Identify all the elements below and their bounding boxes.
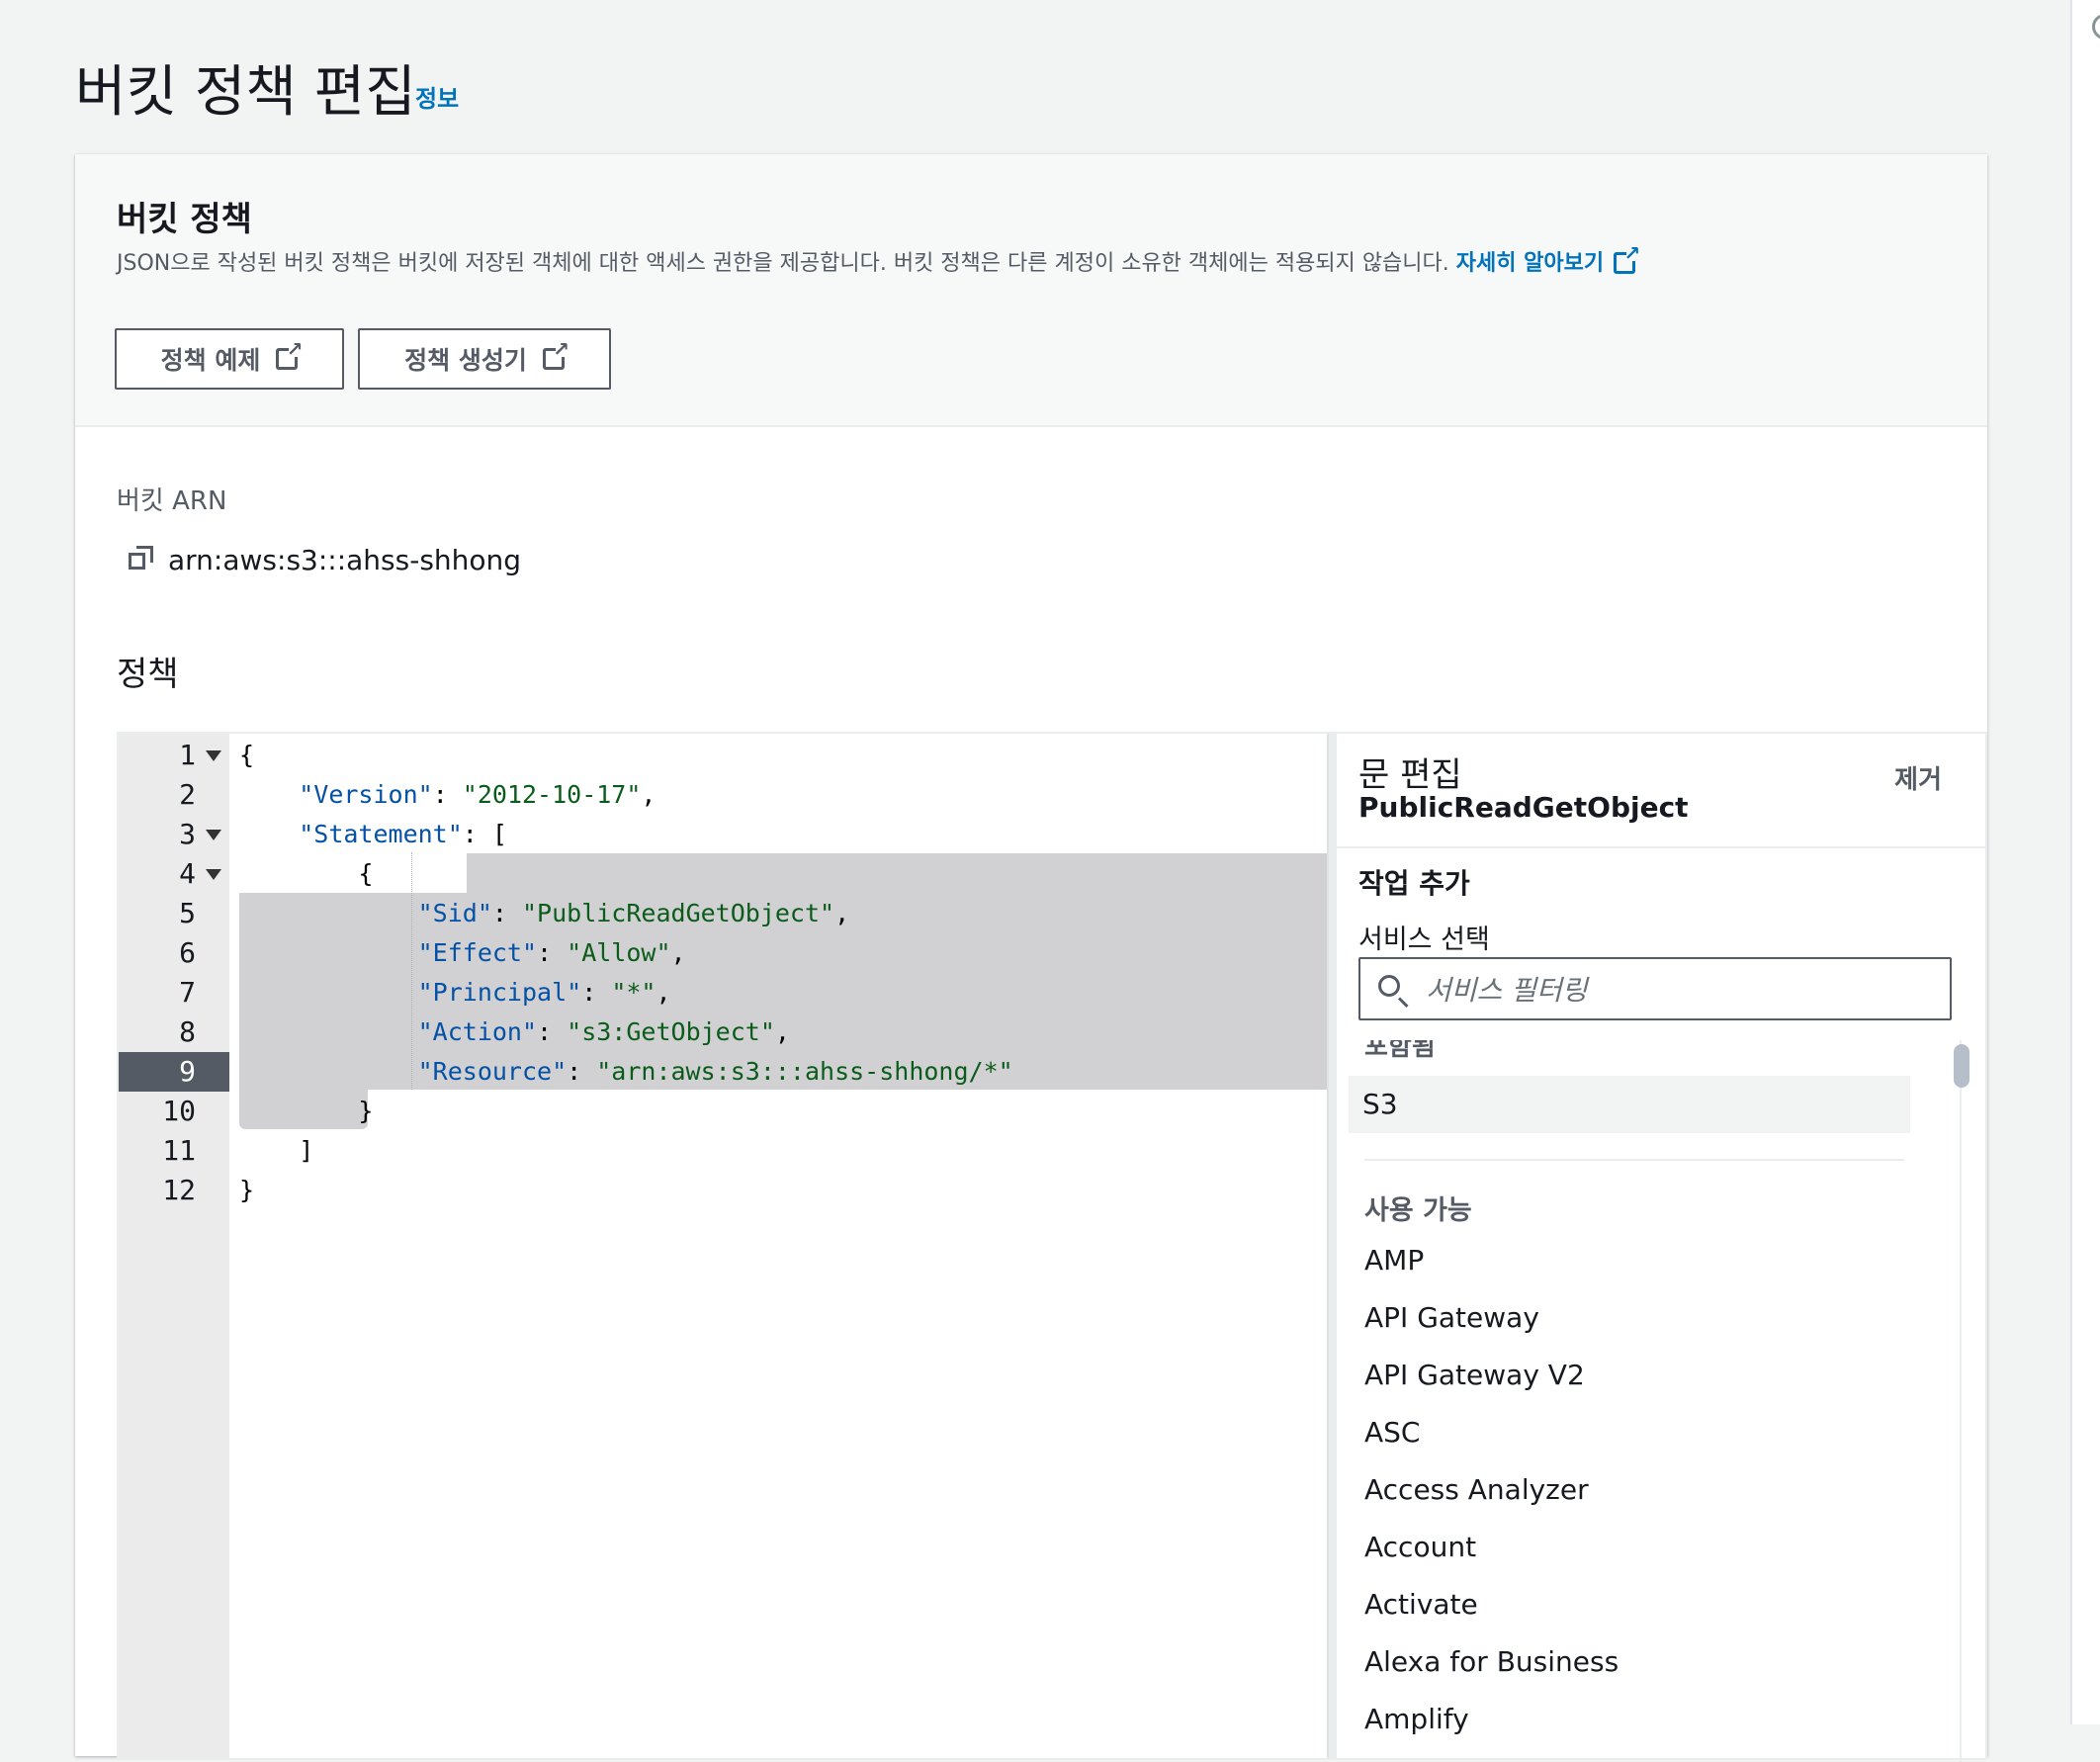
policy-editor[interactable]: 1 2 3 4 5 6 7 8 9 10 11 12 { "Version": "2012-10-17… xyxy=(117,732,1987,1762)
line-number-label: 3 xyxy=(179,818,196,850)
panel-splitter[interactable] xyxy=(1327,734,1337,1758)
line-number-label: 7 xyxy=(179,976,196,1009)
line-number-label: 5 xyxy=(179,897,196,929)
search-icon xyxy=(1378,975,1400,997)
copy-icon[interactable] xyxy=(129,546,154,572)
service-list: 포함됨 S3 사용 가능 AMP API Gateway API Gateway… xyxy=(1337,1040,1985,1762)
page-title: 버킷 정책 편집 xyxy=(75,60,416,125)
list-divider xyxy=(1364,1159,1904,1161)
line-number-label: 10 xyxy=(162,1095,196,1127)
selection-highlight xyxy=(467,853,1327,893)
service-item[interactable]: Amplify xyxy=(1364,1703,1469,1735)
service-filter-input[interactable] xyxy=(1424,969,1942,1011)
external-link-icon xyxy=(276,339,303,370)
line-number-label: 12 xyxy=(162,1174,196,1206)
learn-more-link[interactable]: 자세히 알아보기 xyxy=(1455,243,1640,276)
bucket-arn-value: arn:aws:s3:::ahss-shhong xyxy=(168,544,522,576)
bucket-policy-card: 버킷 정책 JSON으로 작성된 버킷 정책은 버킷에 저장된 객체에 대한 액… xyxy=(75,154,1987,1762)
service-item[interactable]: Account xyxy=(1364,1531,1476,1563)
description-text: JSON으로 작성된 버킷 정책은 버킷에 저장된 객체에 대한 액세스 권한을… xyxy=(117,251,1456,276)
code-line-11: ] xyxy=(299,1136,314,1165)
service-filter-box xyxy=(1358,957,1952,1020)
policy-examples-label: 정책 예제 xyxy=(160,346,261,375)
section-title: 버킷 정책 xyxy=(117,200,252,239)
service-item[interactable]: API Gateway xyxy=(1364,1301,1539,1334)
help-icon[interactable] xyxy=(2092,14,2100,40)
service-item[interactable]: AMP xyxy=(1364,1244,1424,1277)
code-line-4: { xyxy=(358,859,374,888)
bucket-arn-label: 버킷 ARN xyxy=(117,486,227,516)
line-number-label: 11 xyxy=(162,1134,196,1167)
select-service-label: 서비스 선택 xyxy=(1358,925,1490,955)
available-heading: 사용 가능 xyxy=(1364,1195,1472,1226)
line-number: 5 xyxy=(119,894,229,933)
statement-sid: PublicReadGetObject xyxy=(1358,791,1689,824)
code-line-10: } xyxy=(358,1097,374,1125)
service-item[interactable]: ASC xyxy=(1364,1416,1420,1449)
included-service-item[interactable]: S3 xyxy=(1349,1076,1910,1133)
policy-generator-button[interactable]: 정책 생성기 xyxy=(358,328,611,390)
scrollbar-track[interactable] xyxy=(1960,1040,1962,1762)
line-number: 1 xyxy=(119,736,229,775)
scrollbar-thumb[interactable] xyxy=(1954,1044,1969,1088)
fold-arrow-icon[interactable] xyxy=(206,830,221,840)
section-description: JSON으로 작성된 버킷 정책은 버킷에 저장된 객체에 대한 액세스 권한을… xyxy=(117,243,1640,277)
service-item[interactable]: Activate xyxy=(1364,1588,1478,1621)
line-number: 4 xyxy=(119,854,229,894)
fold-arrow-icon[interactable] xyxy=(206,750,221,761)
code-line-1: { xyxy=(239,741,255,769)
line-number: 10 xyxy=(119,1092,229,1131)
line-number-label: 1 xyxy=(179,739,196,771)
info-link[interactable]: 정보 xyxy=(415,79,459,114)
line-number: 8 xyxy=(119,1013,229,1052)
card-header: 버킷 정책 JSON으로 작성된 버킷 정책은 버킷에 저장된 객체에 대한 액… xyxy=(75,154,1987,427)
line-number: 7 xyxy=(119,973,229,1013)
included-heading: 포함됨 xyxy=(1364,1040,1436,1062)
code-line-8: "Action": "s3:GetObject", xyxy=(417,1017,790,1046)
line-number: 12 xyxy=(119,1171,229,1210)
line-number-label: 2 xyxy=(179,778,196,811)
right-edge-strip xyxy=(2070,0,2100,1724)
statement-editor-panel: 문 편집 PublicReadGetObject 제거 작업 추가 서비스 선택… xyxy=(1337,734,1985,1762)
learn-more-label: 자세히 알아보기 xyxy=(1455,251,1605,276)
line-number-label: 8 xyxy=(179,1015,196,1048)
code-line-2: "Version": "2012-10-17", xyxy=(299,780,656,809)
policy-examples-button[interactable]: 정책 예제 xyxy=(115,328,344,390)
remove-button[interactable]: 제거 xyxy=(1894,759,1942,796)
line-number: 2 xyxy=(119,775,229,815)
code-line-7: "Principal": "*", xyxy=(417,978,671,1007)
line-number: 3 xyxy=(119,815,229,854)
statement-editor-title: 문 편집 xyxy=(1358,755,1462,795)
policy-generator-label: 정책 생성기 xyxy=(404,346,527,375)
code-line-3: "Statement": [ xyxy=(299,820,507,848)
line-number: 9 xyxy=(119,1052,229,1092)
code-line-12: } xyxy=(239,1176,255,1204)
code-line-5: "Sid": "PublicReadGetObject", xyxy=(417,899,850,927)
line-number: 11 xyxy=(119,1131,229,1171)
service-item[interactable]: Access Analyzer xyxy=(1364,1473,1589,1506)
service-item[interactable]: API Gateway V2 xyxy=(1364,1359,1585,1391)
included-service-label: S3 xyxy=(1362,1088,1398,1120)
external-link-icon xyxy=(542,339,569,370)
line-number-label: 6 xyxy=(179,936,196,969)
line-number-label: 9 xyxy=(179,1055,196,1088)
code-line-6: "Effect": "Allow", xyxy=(417,938,686,967)
fold-arrow-icon[interactable] xyxy=(206,869,221,880)
statement-editor-header: 문 편집 PublicReadGetObject 제거 xyxy=(1337,734,1985,848)
line-number-label: 4 xyxy=(179,857,196,890)
external-link-icon xyxy=(1614,243,1640,274)
code-line-9: "Resource": "arn:aws:s3:::ahss-shhong/*" xyxy=(417,1057,1013,1086)
service-item[interactable]: Alexa for Business xyxy=(1364,1645,1619,1678)
policy-label: 정책 xyxy=(117,655,179,694)
line-number: 6 xyxy=(119,933,229,973)
add-action-heading: 작업 추가 xyxy=(1358,867,1470,900)
